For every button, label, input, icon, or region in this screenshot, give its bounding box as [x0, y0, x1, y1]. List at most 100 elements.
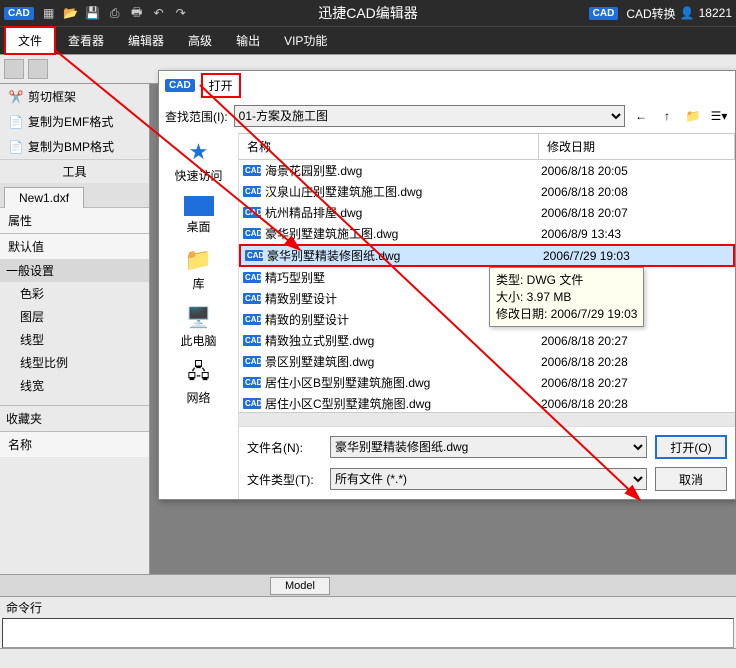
convert-button[interactable]: CAD转换 — [626, 5, 675, 22]
place-quick[interactable]: ★快速访问 — [174, 139, 222, 184]
property-row[interactable]: 色彩 — [0, 282, 149, 305]
undo-icon[interactable]: ↶ — [149, 3, 169, 23]
menu-file[interactable]: 文件 — [4, 26, 56, 55]
col-date[interactable]: 修改日期 — [539, 134, 735, 159]
dwg-icon: CAD — [243, 165, 261, 176]
props-header[interactable]: 属性 — [0, 207, 149, 233]
save-icon[interactable]: 💾 — [83, 3, 103, 23]
property-row[interactable]: 线型比例 — [0, 351, 149, 374]
dialog-title: 打开 — [201, 73, 241, 98]
file-name: 居住小区B型别墅建筑施图.dwg — [265, 374, 541, 391]
doc-tab[interactable]: New1.dxf — [4, 187, 84, 208]
property-row[interactable]: 线宽 — [0, 374, 149, 397]
cancel-button[interactable]: 取消 — [655, 467, 727, 491]
file-date: 2006/8/18 20:08 — [541, 185, 735, 199]
file-row[interactable]: CAD精致别墅设计2006/8/18 20:27 — [239, 288, 735, 309]
tooltip-date: 修改日期: 2006/7/29 19:03 — [496, 306, 637, 323]
new-folder-icon[interactable]: 📁 — [683, 106, 703, 126]
cad-badge-icon: CAD — [589, 7, 619, 20]
file-row[interactable]: CAD豪华别墅精装修图纸.dwg2006/7/29 19:03 — [239, 244, 735, 267]
file-row[interactable]: CAD 汉泉山庄别墅建筑施工图.dwg2006/8/18 20:08 — [239, 181, 735, 202]
file-name: 杭州精品排屋.dwg — [265, 204, 541, 221]
scissors-icon: ✂️ — [8, 90, 24, 104]
file-row[interactable]: CAD精致的别墅设计2006/8/18 20:27 — [239, 309, 735, 330]
look-in-select[interactable]: 01-方案及施工图 — [234, 105, 625, 127]
place-network[interactable]: 🖧网络 — [183, 361, 215, 406]
file-row[interactable]: CAD精致独立式别墅.dwg2006/8/18 20:27 — [239, 330, 735, 351]
view-menu-icon[interactable]: ☰▾ — [709, 106, 729, 126]
col-name[interactable]: 名称 — [239, 134, 539, 159]
network-icon: 🖧 — [183, 361, 215, 387]
side-copy-emf[interactable]: 📄复制为EMF格式 — [0, 109, 149, 134]
command-input[interactable] — [2, 618, 734, 648]
open-button[interactable]: 打开(O) — [655, 435, 727, 459]
folder-icon: 📁 — [183, 247, 215, 273]
scrollbar-h[interactable] — [239, 412, 735, 426]
saveas-icon[interactable]: ⎙ — [105, 3, 125, 23]
user-icon[interactable]: 👤 — [680, 6, 695, 20]
file-row[interactable]: CAD杭州精品排屋.dwg2006/8/18 20:07 — [239, 202, 735, 223]
file-row[interactable]: CAD豪华别墅建筑施工图.dwg2006/8/9 13:43 — [239, 223, 735, 244]
file-rows[interactable]: CAD 海景花园别墅.dwg2006/8/18 20:05 CAD 汉泉山庄别墅建筑施… — [239, 160, 735, 412]
place-lib[interactable]: 📁库 — [183, 247, 215, 292]
property-row[interactable]: 图层 — [0, 305, 149, 328]
file-name: 景区别墅建筑图.dwg — [265, 353, 541, 370]
default-header[interactable]: 默认值 — [0, 233, 149, 259]
file-date: 2006/8/18 20:27 — [541, 376, 735, 390]
open-icon[interactable]: 📂 — [61, 3, 81, 23]
dialog-title-bar: CAD 打开 — [159, 71, 735, 99]
open-dialog: CAD 打开 查找范围(I): 01-方案及施工图 ← ↑ 📁 ☰▾ ★快速访问… — [158, 70, 736, 500]
file-name: 精致独立式别墅.dwg — [265, 332, 541, 349]
command-label: 命令行 — [0, 596, 736, 618]
dialog-bottom: 文件名(N): 豪华别墅精装修图纸.dwg 打开(O) 文件类型(T): 所有文… — [239, 426, 735, 499]
menu-advanced[interactable]: 高级 — [176, 28, 224, 53]
file-row[interactable]: CAD精巧型别墅2006/8/18 20:31 — [239, 267, 735, 288]
cad-icon: CAD — [165, 79, 195, 92]
file-name: 居住小区C型别墅建筑施图.dwg — [265, 395, 541, 412]
file-row[interactable]: CAD居住小区B型别墅建筑施图.dwg2006/8/18 20:27 — [239, 372, 735, 393]
side-cut-frame[interactable]: ✂️ 剪切框架 — [0, 84, 149, 109]
favorites-header[interactable]: 收藏夹 — [0, 405, 149, 431]
dwg-icon: CAD — [245, 250, 263, 261]
menu-output[interactable]: 输出 — [224, 28, 272, 53]
redo-icon[interactable]: ↷ — [171, 3, 191, 23]
file-date: 2006/8/9 13:43 — [541, 227, 735, 241]
user-label: 18221 — [699, 6, 732, 20]
file-date: 2006/8/18 20:27 — [541, 334, 735, 348]
file-date: 2006/8/18 20:28 — [541, 355, 735, 369]
dwg-icon: CAD — [243, 186, 261, 197]
file-date: 2006/8/18 20:05 — [541, 164, 735, 178]
label: 剪切框架 — [28, 88, 76, 105]
status-bar — [0, 648, 736, 668]
filetype-label: 文件类型(T): — [247, 471, 322, 488]
place-desktop[interactable]: 桌面 — [184, 196, 214, 235]
file-name: 汉泉山庄别墅建筑施工图.dwg — [265, 183, 541, 200]
filetype-select[interactable]: 所有文件 (*.*) — [330, 468, 647, 490]
menu-viewer[interactable]: 查看器 — [56, 28, 116, 53]
file-name: 海景花园别墅.dwg — [265, 162, 541, 179]
property-row[interactable]: 线型 — [0, 328, 149, 351]
file-row[interactable]: CAD景区别墅建筑图.dwg2006/8/18 20:28 — [239, 351, 735, 372]
places-bar: ★快速访问 桌面 📁库 🖥️此电脑 🖧网络 — [159, 133, 239, 499]
tool-icon[interactable] — [4, 59, 24, 79]
up-icon[interactable]: ↑ — [657, 106, 677, 126]
place-thispc[interactable]: 🖥️此电脑 — [180, 304, 216, 349]
look-in-label: 查找范围(I): — [165, 108, 228, 125]
filename-input[interactable]: 豪华别墅精装修图纸.dwg — [330, 436, 647, 458]
print-icon[interactable]: 🖶 — [127, 3, 147, 23]
general-settings[interactable]: 一般设置 — [0, 259, 149, 282]
side-copy-bmp[interactable]: 📄复制为BMP格式 — [0, 134, 149, 159]
app-logo: CAD — [4, 7, 34, 20]
new-icon[interactable]: ▦ — [39, 3, 59, 23]
menu-vip[interactable]: VIP功能 — [272, 28, 339, 53]
star-icon: ★ — [182, 139, 214, 165]
back-icon[interactable]: ← — [631, 106, 651, 126]
file-row[interactable]: CAD 海景花园别墅.dwg2006/8/18 20:05 — [239, 160, 735, 181]
app-title: 迅捷CAD编辑器 — [318, 3, 418, 23]
model-tab[interactable]: Model — [270, 577, 330, 595]
file-row[interactable]: CAD居住小区C型别墅建筑施图.dwg2006/8/18 20:28 — [239, 393, 735, 412]
menu-editor[interactable]: 编辑器 — [116, 28, 176, 53]
tool-icon[interactable] — [28, 59, 48, 79]
dwg-icon: CAD — [243, 398, 261, 409]
file-tooltip: 类型: DWG 文件 大小: 3.97 MB 修改日期: 2006/7/29 1… — [489, 267, 644, 327]
